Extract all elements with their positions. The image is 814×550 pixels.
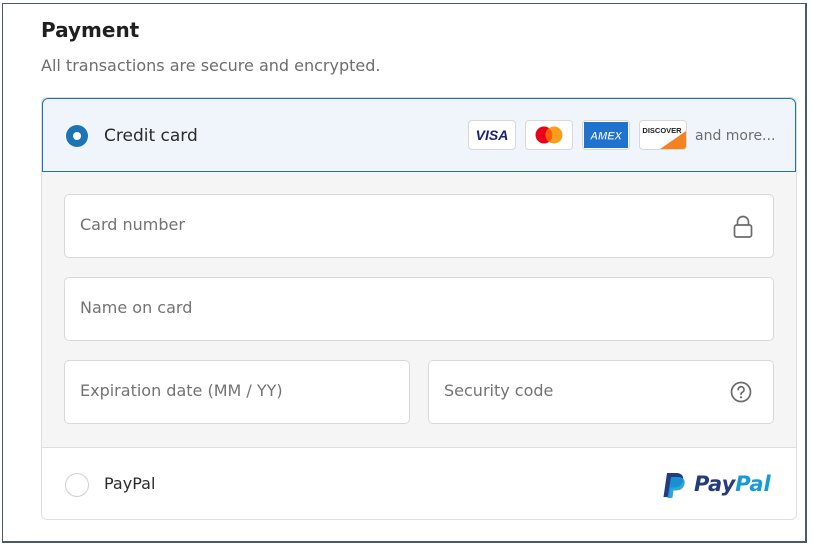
- visa-icon: VISA: [468, 120, 516, 150]
- paypal-logo-icon: [660, 470, 688, 504]
- page-subtitle: All transactions are secure and encrypte…: [41, 56, 381, 75]
- svg-text:VISA: VISA: [476, 127, 509, 143]
- expiration-date-placeholder: Expiration date (MM / YY): [80, 381, 283, 400]
- expiration-date-field[interactable]: Expiration date (MM / YY): [64, 360, 410, 424]
- discover-icon: DISCOVER: [639, 120, 687, 150]
- card-number-field[interactable]: Card number: [64, 194, 774, 258]
- security-code-field[interactable]: Security code: [428, 360, 774, 424]
- page-title: Payment: [41, 18, 140, 42]
- mastercard-icon: [525, 120, 573, 150]
- name-on-card-placeholder: Name on card: [80, 298, 193, 317]
- card-fields-area: Card number Name on card Expiration date…: [42, 172, 796, 448]
- card-number-placeholder: Card number: [80, 215, 185, 234]
- help-circle-icon[interactable]: [730, 381, 752, 407]
- payment-card: Payment All transactions are secure and …: [2, 3, 807, 543]
- name-on-card-field[interactable]: Name on card: [64, 277, 774, 341]
- credit-card-option[interactable]: Credit card VISA AMEX DISCOVER and more.…: [42, 98, 796, 172]
- payment-methods-panel: Credit card VISA AMEX DISCOVER and more.…: [41, 97, 797, 520]
- lock-icon: [732, 215, 754, 243]
- security-code-placeholder: Security code: [444, 381, 554, 400]
- svg-text:DISCOVER: DISCOVER: [642, 126, 682, 135]
- credit-card-label: Credit card: [104, 126, 198, 146]
- radio-unselected-icon[interactable]: [65, 473, 89, 497]
- amex-icon: AMEX: [582, 120, 630, 150]
- svg-text:AMEX: AMEX: [589, 131, 622, 143]
- paypal-wordmark: PayPal: [694, 472, 771, 496]
- more-brands-label: and more...: [695, 128, 776, 144]
- paypal-label: PayPal: [104, 474, 156, 493]
- radio-selected-icon[interactable]: [66, 125, 88, 147]
- paypal-option[interactable]: PayPal PayPal: [42, 448, 796, 519]
